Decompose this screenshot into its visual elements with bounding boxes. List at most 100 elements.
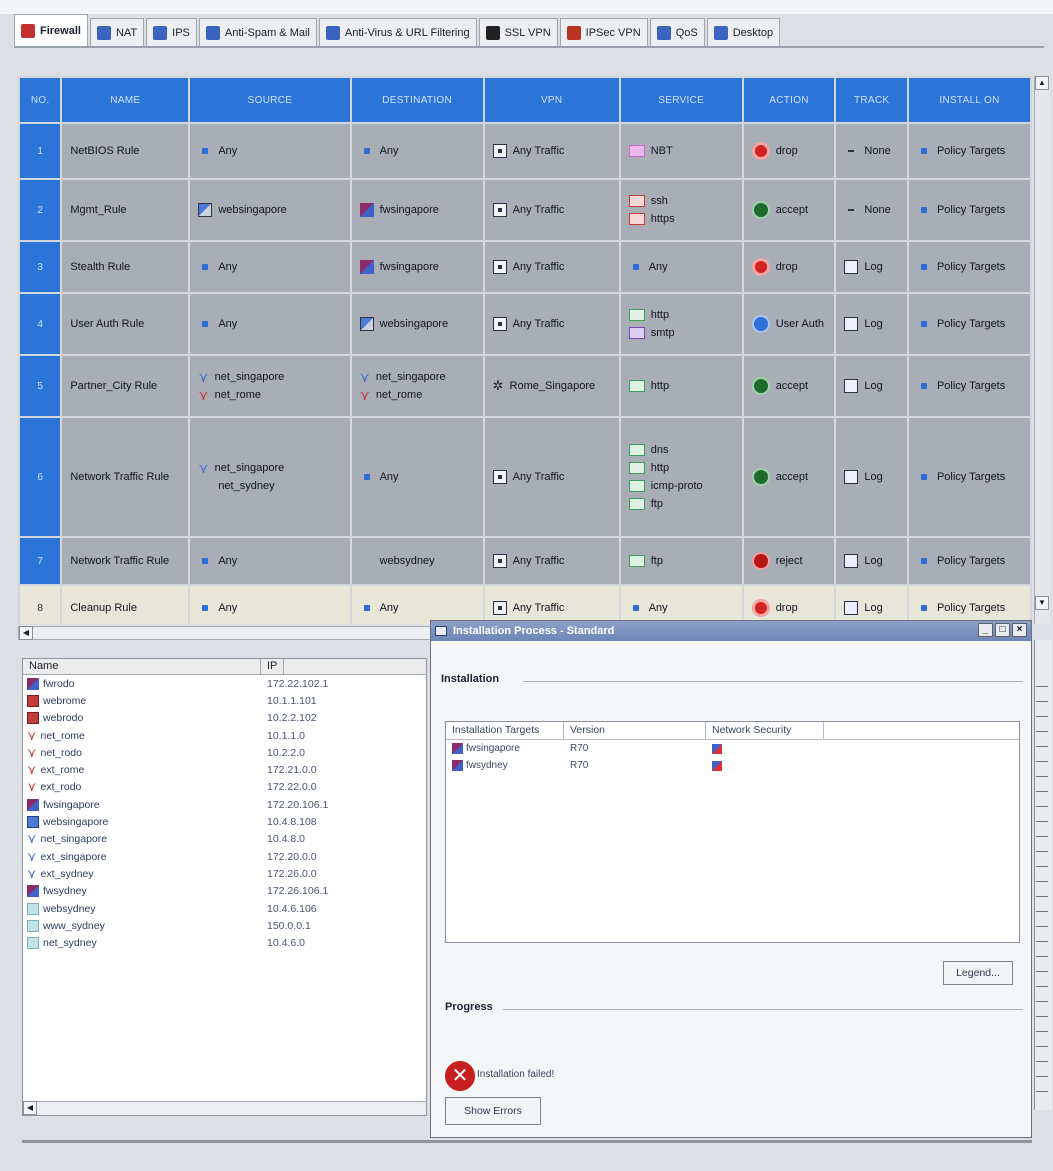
rule-cell[interactable]: Any — [190, 538, 350, 584]
object-row[interactable]: websydney 10.4.6.106 — [23, 900, 426, 917]
rule-cell[interactable]: drop — [743, 124, 835, 178]
rule-row[interactable]: 5 Partner_City Rule ⋎ net_singapore ⋎ net_rom… — [20, 356, 1030, 416]
column-header-no-[interactable]: NO. — [20, 78, 61, 122]
object-row[interactable]: ⋎ net_rome 10.1.1.0 — [23, 727, 426, 744]
tab-ips[interactable]: IPS — [146, 18, 197, 46]
object-row[interactable]: www_sydney 150.0.0.1 — [23, 917, 426, 934]
object-row[interactable]: webrome 10.1.1.101 — [23, 692, 426, 709]
object-row[interactable]: ⋎ ext_rome 172.21.0.0 — [23, 761, 426, 778]
rule-name[interactable]: Stealth Rule — [62, 242, 189, 292]
object-row[interactable]: fwsydney 172.26.106.1 — [23, 883, 426, 900]
rule-cell[interactable]: accept — [743, 356, 835, 416]
tab-qos[interactable]: QoS — [649, 18, 705, 46]
rule-cell[interactable]: ⋎ net_singapore ⋎ net_rome — [190, 356, 350, 416]
rule-cell[interactable]: Log — [836, 294, 907, 354]
rule-name[interactable]: Partner_City Rule — [62, 356, 189, 416]
rule-cell[interactable]: Any Traffic — [484, 418, 619, 536]
rule-cell[interactable]: websydney — [351, 538, 483, 584]
rule-install-on[interactable]: Policy Targets — [908, 180, 1030, 240]
rulebase-vertical-scrollbar[interactable]: ▲ ▼ — [1034, 76, 1050, 624]
object-row[interactable]: ⋎ net_singapore 10.4.8.0 — [23, 831, 426, 848]
column-header-source[interactable]: SOURCE — [190, 78, 350, 122]
rule-row[interactable]: 8 Cleanup Rule Any Any Any Traffic Any drop Log… — [20, 586, 1030, 624]
rule-cell[interactable]: Any Traffic — [484, 538, 619, 584]
rule-install-on[interactable]: Policy Targets — [908, 294, 1030, 354]
column-header-action[interactable]: ACTION — [743, 78, 835, 122]
rule-cell[interactable]: http — [620, 356, 742, 416]
rule-name[interactable]: Mgmt_Rule — [62, 180, 189, 240]
column-header-vpn[interactable]: VPN — [484, 78, 619, 122]
column-header-service[interactable]: SERVICE — [620, 78, 742, 122]
tab-nat[interactable]: NAT — [89, 18, 145, 46]
rule-cell[interactable]: drop — [743, 586, 835, 624]
show-errors-button[interactable]: Show Errors — [445, 1097, 541, 1125]
rule-cell[interactable]: Any — [190, 242, 350, 292]
rule-cell[interactable]: Log — [836, 242, 907, 292]
scroll-left-icon[interactable]: ◀ — [23, 1101, 37, 1115]
scroll-left-icon[interactable]: ◀ — [19, 626, 33, 640]
rule-cell[interactable]: Any — [351, 124, 483, 178]
rule-row[interactable]: 6 Network Traffic Rule ⋎ net_singapore net_s… — [20, 418, 1030, 536]
rule-row[interactable]: 1 NetBIOS Rule Any Any Any Traffic NBT drop Non… — [20, 124, 1030, 178]
rule-row[interactable]: 4 User Auth Rule Any websingapore Any Traffi… — [20, 294, 1030, 354]
rule-number[interactable]: 5 — [20, 356, 61, 416]
installation-target-row[interactable]: fwsingapore R70 — [446, 740, 1019, 757]
tab-anti-virus-url-filtering[interactable]: Anti-Virus & URL Filtering — [318, 18, 477, 46]
rule-cell[interactable]: ✲ Rome_Singapore — [484, 356, 619, 416]
rule-cell[interactable]: Log — [836, 586, 907, 624]
objects-horizontal-scrollbar[interactable]: ◀ — [23, 1101, 426, 1115]
column-header-name[interactable]: NAME — [62, 78, 189, 122]
rule-cell[interactable]: Any Traffic — [484, 294, 619, 354]
column-header-ip[interactable]: IP — [261, 659, 285, 674]
rule-number[interactable]: 2 — [20, 180, 61, 240]
rule-cell[interactable]: Any — [190, 124, 350, 178]
rule-cell[interactable]: NBT — [620, 124, 742, 178]
rule-cell[interactable]: Any Traffic — [484, 242, 619, 292]
rule-cell[interactable]: ftp — [620, 538, 742, 584]
column-header-name[interactable]: Name — [23, 659, 261, 674]
rule-cell[interactable]: Any — [351, 418, 483, 536]
minimize-button[interactable]: _ — [978, 623, 993, 637]
installation-target-row[interactable]: fwsydney R70 — [446, 757, 1019, 774]
rule-cell[interactable]: Any — [620, 586, 742, 624]
rule-cell[interactable]: Any — [351, 586, 483, 624]
object-row[interactable]: ⋎ ext_rodo 172.22.0.0 — [23, 779, 426, 796]
rule-install-on[interactable]: Policy Targets — [908, 356, 1030, 416]
rule-number[interactable]: 3 — [20, 242, 61, 292]
tab-firewall[interactable]: Firewall — [14, 14, 88, 46]
rule-cell[interactable]: ssh https — [620, 180, 742, 240]
scroll-up-icon[interactable]: ▲ — [1035, 76, 1049, 90]
dialog-title-bar[interactable]: Installation Process - Standard _ □ × — [431, 621, 1031, 641]
close-button[interactable]: × — [1012, 623, 1027, 637]
object-row[interactable]: webrodo 10.2.2.102 — [23, 710, 426, 727]
legend-button[interactable]: Legend... — [943, 961, 1013, 985]
maximize-button[interactable]: □ — [995, 623, 1010, 637]
rule-install-on[interactable]: Policy Targets — [908, 124, 1030, 178]
rule-row[interactable]: 7 Network Traffic Rule Any websydney Any Tra… — [20, 538, 1030, 584]
rule-name[interactable]: Network Traffic Rule — [62, 538, 189, 584]
rule-install-on[interactable]: Policy Targets — [908, 418, 1030, 536]
rule-cell[interactable]: ⋎ net_singapore ⋎ net_rome — [351, 356, 483, 416]
rule-cell[interactable]: Any — [190, 294, 350, 354]
column-header-installation-targets[interactable]: Installation Targets — [446, 722, 564, 739]
rule-cell[interactable]: fwsingapore — [351, 180, 483, 240]
tab-anti-spam-mail[interactable]: Anti-Spam & Mail — [198, 18, 317, 46]
object-row[interactable]: ⋎ ext_sydney 172.26.0.0 — [23, 865, 426, 882]
rule-cell[interactable]: http smtp — [620, 294, 742, 354]
rule-cell[interactable]: fwsingapore — [351, 242, 483, 292]
rule-cell[interactable]: None — [836, 180, 907, 240]
rule-install-on[interactable]: Policy Targets — [908, 586, 1030, 624]
rule-cell[interactable]: drop — [743, 242, 835, 292]
rule-name[interactable]: NetBIOS Rule — [62, 124, 189, 178]
column-header-network-security[interactable]: Network Security — [706, 722, 824, 739]
object-row[interactable]: fwsingapore 172.20.106.1 — [23, 796, 426, 813]
rule-cell[interactable]: Any Traffic — [484, 124, 619, 178]
rule-name[interactable]: User Auth Rule — [62, 294, 189, 354]
rule-cell[interactable]: ⋎ net_singapore net_sydney — [190, 418, 350, 536]
rule-cell[interactable]: None — [836, 124, 907, 178]
rule-install-on[interactable]: Policy Targets — [908, 242, 1030, 292]
rule-number[interactable]: 7 — [20, 538, 61, 584]
rule-cell[interactable]: Log — [836, 538, 907, 584]
rule-row[interactable]: 3 Stealth Rule Any fwsingapore Any Traffic An… — [20, 242, 1030, 292]
rule-name[interactable]: Network Traffic Rule — [62, 418, 189, 536]
